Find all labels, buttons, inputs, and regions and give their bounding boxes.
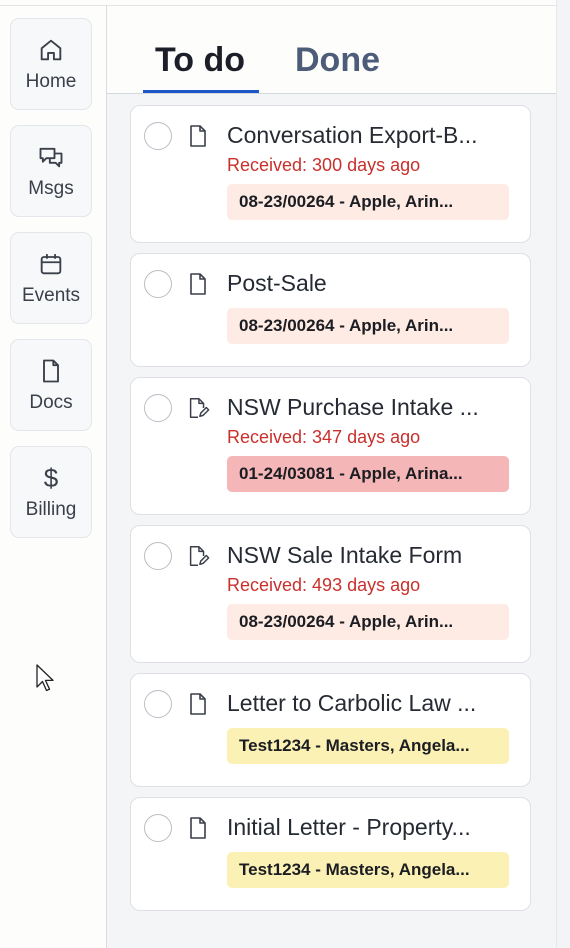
mouse-pointer-icon	[36, 664, 54, 692]
sidebar-item-docs[interactable]: Docs	[10, 339, 92, 431]
matter-badge: Test1234 - Masters, Angela...	[227, 728, 509, 764]
document-icon	[190, 273, 206, 295]
complete-checkbox[interactable]	[144, 690, 172, 718]
matter-badge: 08-23/00264 - Apple, Arin...	[227, 184, 509, 220]
document-icon	[36, 356, 66, 386]
task-card[interactable]: Letter to Carbolic Law ... Test1234 - Ma…	[130, 673, 531, 787]
sidebar-item-events[interactable]: Events	[10, 232, 92, 324]
document-icon	[190, 125, 206, 147]
task-title: Initial Letter - Property...	[227, 814, 471, 840]
complete-checkbox[interactable]	[144, 122, 172, 150]
matter-badge: Test1234 - Masters, Angela...	[227, 852, 509, 888]
task-title: NSW Sale Intake Form	[227, 542, 463, 568]
document-edit-icon	[189, 398, 210, 418]
sidebar-item-label: Docs	[29, 392, 73, 413]
document-edit-icon	[189, 546, 210, 566]
tab-bar: To do Done	[107, 6, 556, 94]
task-panel: To do Done Conversation Export-B... Rece…	[107, 6, 556, 948]
task-title: NSW Purchase Intake ...	[227, 394, 479, 420]
sidebar-item-msgs[interactable]: Msgs	[10, 125, 92, 217]
task-title: Post-Sale	[227, 270, 327, 296]
sidebar-item-label: Events	[21, 285, 81, 306]
sidebar-item-home[interactable]: Home	[10, 18, 92, 110]
tab-done[interactable]: Done	[295, 41, 380, 80]
document-icon	[190, 693, 206, 715]
scrollbar[interactable]	[556, 0, 570, 948]
task-card[interactable]: NSW Sale Intake Form Received: 493 days …	[130, 525, 531, 663]
matter-badge: 08-23/00264 - Apple, Arin...	[227, 308, 509, 344]
home-icon	[36, 35, 66, 65]
calendar-icon	[36, 249, 66, 279]
dollar-icon: $	[43, 463, 59, 493]
matter-badge: 08-23/00264 - Apple, Arin...	[227, 604, 509, 640]
complete-checkbox[interactable]	[144, 270, 172, 298]
matter-badge: 01-24/03081 - Apple, Arina...	[227, 456, 509, 492]
received-label: Received: 493 days ago	[227, 575, 421, 595]
sidebar: Home Msgs Events Docs $ Billing	[0, 6, 107, 948]
sidebar-item-label: Home	[25, 71, 77, 92]
complete-checkbox[interactable]	[144, 542, 172, 570]
messages-icon	[36, 142, 66, 172]
task-card[interactable]: NSW Purchase Intake ... Received: 347 da…	[130, 377, 531, 515]
complete-checkbox[interactable]	[144, 394, 172, 422]
task-title: Conversation Export-B...	[227, 122, 478, 148]
document-icon	[190, 817, 206, 839]
sidebar-item-billing[interactable]: $ Billing	[10, 446, 92, 538]
sidebar-item-label: Billing	[25, 499, 77, 520]
sidebar-item-label: Msgs	[28, 178, 74, 199]
received-label: Received: 347 days ago	[227, 427, 421, 447]
tab-todo[interactable]: To do	[155, 41, 245, 80]
received-label: Received: 300 days ago	[227, 155, 421, 175]
complete-checkbox[interactable]	[144, 814, 172, 842]
task-title: Letter to Carbolic Law ...	[227, 690, 477, 716]
task-card[interactable]: Post-Sale 08-23/00264 - Apple, Arin...	[130, 253, 531, 367]
task-card[interactable]: Conversation Export-B... Received: 300 d…	[130, 105, 531, 243]
task-card[interactable]: Initial Letter - Property... Test1234 - …	[130, 797, 531, 911]
active-tab-indicator	[143, 90, 259, 93]
